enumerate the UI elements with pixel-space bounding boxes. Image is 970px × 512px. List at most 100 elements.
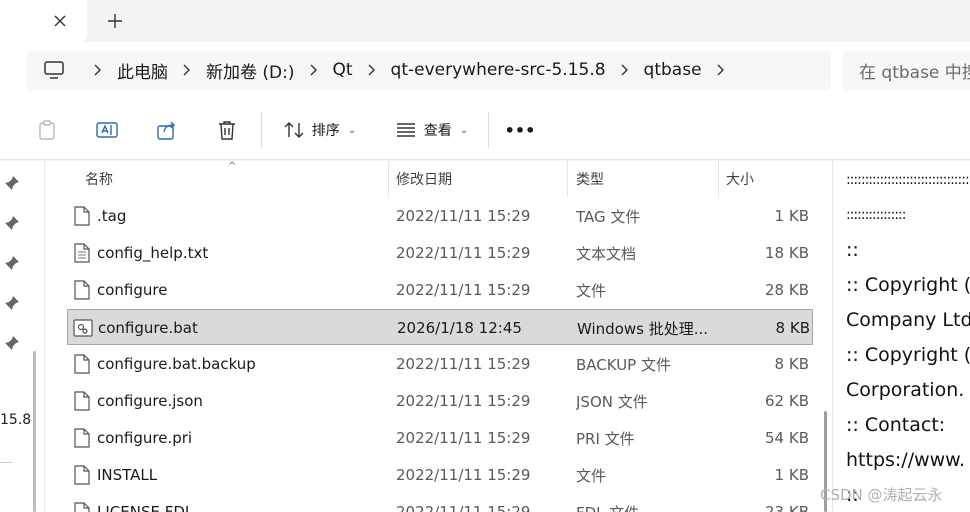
file-icon: [71, 420, 93, 456]
file-icon: [71, 494, 93, 512]
file-type: 文件: [576, 466, 607, 485]
nav-scrollbar[interactable]: [33, 351, 36, 512]
column-header-name[interactable]: 名称: [85, 161, 113, 197]
column-header-row: ^ 名称 修改日期 类型 大小: [45, 161, 833, 197]
file-type: PRI 文件: [576, 429, 635, 448]
breadcrumb-item-qt-src[interactable]: qt-everywhere-src-5.15.8: [389, 60, 608, 80]
breadcrumb-item-qtbase[interactable]: qtbase: [642, 60, 704, 80]
nav-item-label[interactable]: 15.8: [0, 412, 31, 428]
preview-line: Company Ltd: [846, 309, 970, 331]
breadcrumb-item-drive-d[interactable]: 新加卷 (D:): [204, 58, 297, 83]
table-row[interactable]: configure.bat.backup 2022/11/11 15:29 BACK…: [67, 346, 813, 382]
rename-icon[interactable]: [92, 114, 122, 146]
file-type: 文本文档: [576, 244, 637, 263]
paste-icon[interactable]: [32, 114, 62, 146]
watermark: CSDN @涛起云永: [820, 486, 943, 504]
file-list: ^ 名称 修改日期 类型 大小 .tag 2022/11/11 15:29 TAG …: [44, 161, 832, 512]
pin-icon[interactable]: [4, 255, 20, 271]
plus-icon[interactable]: [101, 8, 129, 34]
file-date: 2022/11/11 15:29: [396, 429, 531, 447]
preview-line: :: Contact:: [846, 414, 946, 436]
file-type: 文件: [576, 281, 607, 300]
column-header-type[interactable]: 类型: [576, 161, 604, 197]
address-row: 此电脑 新加卷 (D:) Qt qt-everywhere-src-5.15.8…: [0, 42, 970, 100]
preview-pane: :::::::::::::::::::::::::::::::::::: :::…: [832, 161, 970, 512]
sort-button[interactable]: 排序 ⌄: [278, 114, 362, 146]
chevron-right-icon[interactable]: [355, 50, 389, 90]
file-name: configure.json: [97, 392, 203, 410]
computer-icon[interactable]: [27, 50, 81, 90]
preview-line: Corporation.: [846, 379, 965, 401]
table-row[interactable]: configure.pri 2022/11/11 15:29 PRI 文件 54 KB: [67, 420, 813, 456]
preview-line: https://www.: [846, 449, 966, 471]
close-icon[interactable]: [46, 8, 74, 34]
file-icon: [71, 198, 93, 234]
file-date: 2026/1/18 12:45: [397, 319, 522, 337]
preview-line: :: Copyright (: [846, 344, 970, 366]
file-icon: [71, 346, 93, 382]
column-divider[interactable]: [718, 161, 719, 197]
view-icon: [396, 123, 415, 137]
search-placeholder: 在 qtbase 中搜: [859, 62, 970, 83]
share-icon[interactable]: [152, 114, 182, 146]
table-row[interactable]: INSTALL 2022/11/11 15:29 文件 1 KB: [67, 457, 813, 493]
sort-icon: [284, 122, 304, 138]
table-row[interactable]: configure.bat 2026/1/18 12:45 Windows 批处理.…: [67, 309, 813, 345]
preview-line: ::: [846, 239, 859, 261]
table-row[interactable]: LICENSE.FDL 2022/11/11 15:29 FDL 文件 23 KB: [67, 494, 813, 512]
breadcrumb-item-this-pc[interactable]: 此电脑: [115, 58, 170, 83]
file-name: configure.pri: [97, 429, 193, 447]
file-size: 18 KB: [765, 244, 809, 262]
chevron-right-icon[interactable]: [297, 50, 331, 90]
file-name: INSTALL: [97, 466, 158, 484]
delete-icon[interactable]: [212, 114, 242, 146]
file-size: 1 KB: [774, 207, 809, 225]
breadcrumb[interactable]: 此电脑 新加卷 (D:) Qt qt-everywhere-src-5.15.8…: [27, 50, 831, 90]
pin-icon[interactable]: [4, 335, 20, 351]
file-size: 23 KB: [765, 503, 809, 512]
table-row[interactable]: config_help.txt 2022/11/11 15:29 文本文档 18 KB: [67, 235, 813, 271]
active-tab[interactable]: [0, 0, 87, 42]
file-size: 8 KB: [775, 319, 810, 337]
toolbar-divider: [488, 112, 489, 148]
file-icon: [71, 457, 93, 493]
more-options-button[interactable]: •••: [500, 114, 540, 146]
pin-icon[interactable]: [4, 175, 20, 191]
pin-icon[interactable]: [4, 215, 20, 231]
chevron-down-icon: ⌄: [347, 124, 357, 136]
table-row[interactable]: .tag 2022/11/11 15:29 TAG 文件 1 KB: [67, 198, 813, 234]
file-date: 2022/11/11 15:29: [396, 392, 531, 410]
view-label: 查看: [423, 123, 452, 139]
pin-icon[interactable]: [4, 295, 20, 311]
file-type: TAG 文件: [576, 207, 641, 226]
chevron-right-icon[interactable]: [704, 50, 738, 90]
breadcrumb-item-qt[interactable]: Qt: [331, 60, 355, 80]
file-date: 2022/11/11 15:29: [396, 207, 531, 225]
column-divider[interactable]: [388, 161, 389, 197]
file-type: Windows 批处理...: [577, 319, 709, 338]
preview-line: ::::::::::::::::: [846, 207, 906, 223]
sort-ascending-icon: ^: [228, 161, 237, 172]
table-row[interactable]: configure.json 2022/11/11 15:29 JSON 文件 62 …: [67, 383, 813, 419]
file-size: 28 KB: [765, 281, 809, 299]
preview-line: ::::::::::::::::::::::::::::::::::::: [846, 172, 970, 188]
file-name: .tag: [97, 207, 127, 225]
chevron-down-icon: ⌄: [459, 124, 469, 136]
file-date: 2022/11/11 15:29: [396, 281, 531, 299]
chevron-right-icon[interactable]: [81, 50, 115, 90]
column-divider[interactable]: [567, 161, 568, 197]
file-date: 2022/11/11 15:29: [396, 466, 531, 484]
chevron-right-icon[interactable]: [608, 50, 642, 90]
chevron-right-icon[interactable]: [170, 50, 204, 90]
file-name: configure.bat.backup: [97, 355, 256, 373]
file-date: 2022/11/11 15:29: [396, 244, 531, 262]
column-header-size[interactable]: 大小: [726, 161, 754, 197]
search-input[interactable]: 在 qtbase 中搜: [843, 50, 970, 90]
column-header-date[interactable]: 修改日期: [396, 161, 452, 197]
view-button[interactable]: 查看 ⌄: [390, 114, 474, 146]
table-row[interactable]: configure 2022/11/11 15:29 文件 28 KB: [67, 272, 813, 308]
nav-divider: [0, 462, 12, 463]
file-icon: [71, 272, 93, 308]
tab-strip: [0, 0, 970, 42]
batch-file-icon: [72, 310, 94, 346]
